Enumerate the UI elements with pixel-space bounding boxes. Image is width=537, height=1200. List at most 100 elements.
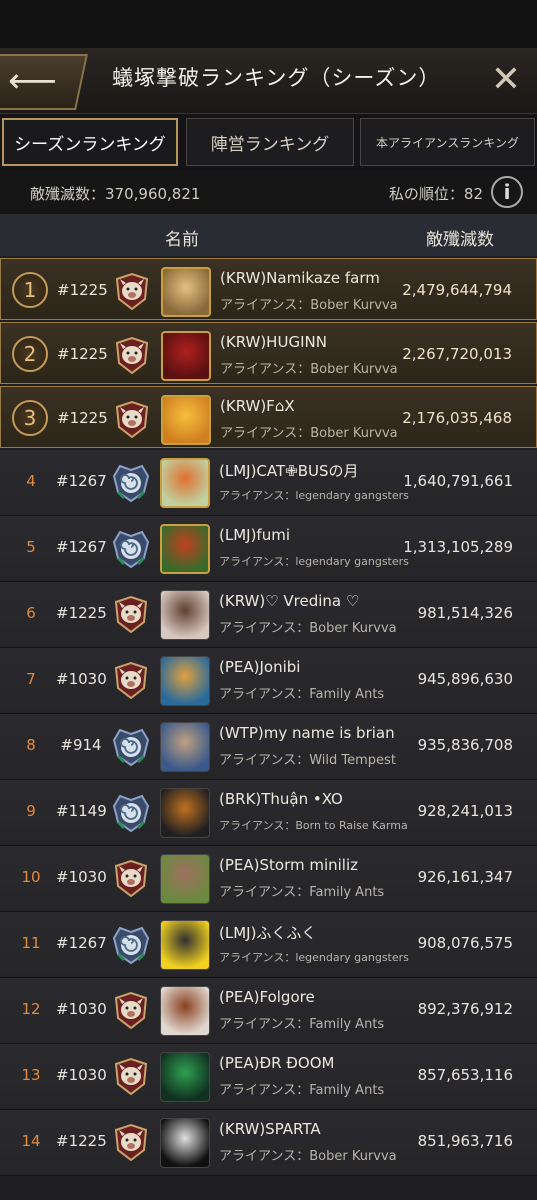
player-name: (KRW)♡ Vredina ♡ xyxy=(219,592,360,610)
ranking-row[interactable]: 12 #1030 (PEA)Folgore アライアンス：Family Ants 892… xyxy=(0,978,537,1044)
alliance-name: アライアンス：Bober Kurvva xyxy=(219,1149,397,1164)
total-kills: 敵殲滅数：370,960,821 xyxy=(30,185,201,203)
header-bar: ⟵ 蟻塚撃破ランキング（シーズン） ✕ xyxy=(0,48,537,114)
ranking-row[interactable]: 7 #1030 (PEA)Jonibi アライアンス：Family Ants 945,8… xyxy=(0,648,537,714)
tab-faction-ranking[interactable]: 陣営ランキング xyxy=(186,118,354,166)
ranking-row[interactable]: 5 #1267 (LMJ)fumi アライアンス：legendary gangster… xyxy=(0,516,537,582)
rank-number: 13 xyxy=(21,1066,41,1084)
spiral-badge-icon xyxy=(110,924,152,966)
boar-badge-icon xyxy=(110,660,152,702)
player-name: (LMJ)ふくふく xyxy=(219,924,317,942)
colony-id: #1030 xyxy=(56,1000,107,1018)
tab-season-ranking[interactable]: シーズンランキング xyxy=(2,118,178,166)
boar-badge-icon xyxy=(111,399,153,441)
kill-count: 1,640,791,661 xyxy=(403,472,513,490)
avatar[interactable] xyxy=(160,1052,210,1102)
avatar[interactable] xyxy=(160,524,210,574)
avatar[interactable] xyxy=(160,656,210,706)
back-button[interactable]: ⟵ xyxy=(0,54,88,110)
kill-count: 892,376,912 xyxy=(417,1000,513,1018)
ranking-row[interactable]: 9 #1149 (BRK)Thuận •XO アライアンス：Born to Raise… xyxy=(0,780,537,846)
avatar[interactable] xyxy=(160,788,210,838)
avatar[interactable] xyxy=(160,722,210,772)
close-icon: ✕ xyxy=(490,59,522,100)
kill-count: 851,963,716 xyxy=(417,1132,513,1150)
alliance-name: アライアンス：legendary gangsters xyxy=(219,555,409,568)
avatar[interactable] xyxy=(160,1118,210,1168)
kill-count: 857,653,116 xyxy=(417,1066,513,1084)
rank-number: 7 xyxy=(26,670,36,688)
close-button[interactable]: ✕ xyxy=(487,62,525,100)
rank-medal: 2 xyxy=(12,336,48,372)
player-name: (LMJ)CAT✙BUSの月 xyxy=(219,462,359,480)
status-bar xyxy=(0,0,537,48)
rank-number: 9 xyxy=(26,802,36,820)
spiral-badge-icon xyxy=(110,528,152,570)
kill-count: 935,836,708 xyxy=(417,736,513,754)
player-name: (WTP)my name is brian xyxy=(219,724,395,742)
boar-badge-icon xyxy=(110,594,152,636)
tab-alliance-ranking[interactable]: 本アライアンスランキング xyxy=(360,118,535,166)
player-name: (PEA)Folgore xyxy=(219,988,315,1006)
kill-count: 1,313,105,289 xyxy=(403,538,513,556)
colony-id: #1267 xyxy=(56,934,107,952)
ranking-row[interactable]: 1 #1225 (KRW)Namikaze farm アライアンス：Bober Kur… xyxy=(0,258,537,320)
my-rank: 私の順位：82 xyxy=(388,185,483,203)
kill-count: 981,514,326 xyxy=(417,604,513,622)
ranking-row[interactable]: 2 #1225 (KRW)HUGINN アライアンス：Bober Kurvva 2,26… xyxy=(0,322,537,384)
back-arrow-icon: ⟵ xyxy=(8,61,57,101)
ranking-row[interactable]: 13 #1030 (PEA)ĐR ĐOOM アライアンス：Family Ants 857… xyxy=(0,1044,537,1110)
ranking-row[interactable]: 6 #1225 (KRW)♡ Vredina ♡ アライアンス：Bober Kurvv… xyxy=(0,582,537,648)
colony-id: #1267 xyxy=(56,538,107,556)
avatar[interactable] xyxy=(160,854,210,904)
player-name: (PEA)Storm miniliz xyxy=(219,856,359,874)
colony-id: #1267 xyxy=(56,472,107,490)
colony-id: #1225 xyxy=(57,345,108,363)
player-name: (KRW)SPARTA xyxy=(219,1120,321,1138)
column-kills: 敵殲滅数 xyxy=(426,230,494,250)
alliance-name: アライアンス：legendary gangsters xyxy=(219,951,409,964)
alliance-name: アライアンス：Wild Tempest xyxy=(219,753,396,768)
colony-id: #914 xyxy=(60,736,102,754)
alliance-name: アライアンス：Bober Kurvva xyxy=(219,621,397,636)
kill-count: 928,241,013 xyxy=(417,802,513,820)
player-name: (PEA)ĐR ĐOOM xyxy=(219,1054,335,1072)
page-title: 蟻塚撃破ランキング（シーズン） xyxy=(112,66,441,90)
player-name: (PEA)Jonibi xyxy=(219,658,301,676)
rank-number: 6 xyxy=(26,604,36,622)
kill-count: 2,176,035,468 xyxy=(402,409,512,427)
ranking-row[interactable]: 4 #1267 (LMJ)CAT✙BUSの月 アライアンス：legendary gan… xyxy=(0,450,537,516)
colony-id: #1030 xyxy=(56,1066,107,1084)
ranking-row[interactable]: 3 #1225 (KRW)F⌂X アライアンス：Bober Kurvva 2,176,0… xyxy=(0,386,537,448)
avatar[interactable] xyxy=(161,267,211,317)
player-name: (KRW)Namikaze farm xyxy=(220,269,380,287)
avatar[interactable] xyxy=(161,331,211,381)
column-name: 名前 xyxy=(165,230,199,250)
ranking-row[interactable]: 10 #1030 (PEA)Storm miniliz アライアンス：Family A… xyxy=(0,846,537,912)
spiral-badge-icon xyxy=(110,792,152,834)
alliance-name: アライアンス：legendary gangsters xyxy=(219,489,409,502)
rank-number: 10 xyxy=(21,868,41,886)
alliance-name: アライアンス：Bober Kurvva xyxy=(220,426,398,441)
avatar[interactable] xyxy=(160,986,210,1036)
ranking-row[interactable]: 11 #1267 (LMJ)ふくふく アライアンス：legendary gangste… xyxy=(0,912,537,978)
boar-badge-icon xyxy=(110,858,152,900)
kill-count: 926,161,347 xyxy=(417,868,513,886)
alliance-name: アライアンス：Family Ants xyxy=(219,1017,385,1032)
colony-id: #1149 xyxy=(56,802,107,820)
avatar[interactable] xyxy=(160,920,210,970)
kill-count: 908,076,575 xyxy=(417,934,513,952)
avatar[interactable] xyxy=(160,590,210,640)
player-name: (KRW)HUGINN xyxy=(220,333,327,351)
rank-medal: 1 xyxy=(12,272,48,308)
avatar[interactable] xyxy=(161,395,211,445)
ranking-row[interactable]: 8 #914 (WTP)my name is brian アライアンス：Wild Te… xyxy=(0,714,537,780)
avatar[interactable] xyxy=(160,458,210,508)
colony-id: #1225 xyxy=(57,409,108,427)
ranking-screen: ⟵ 蟻塚撃破ランキング（シーズン） ✕ シーズンランキング 陣営ランキング 本ア… xyxy=(0,0,537,1200)
colony-id: #1225 xyxy=(56,1132,107,1150)
player-name: (BRK)Thuận •XO xyxy=(219,790,343,808)
ranking-row[interactable]: 14 #1225 (KRW)SPARTA アライアンス：Bober Kurvva 851… xyxy=(0,1110,537,1176)
boar-badge-icon xyxy=(111,335,153,377)
info-icon[interactable]: i xyxy=(491,176,523,208)
